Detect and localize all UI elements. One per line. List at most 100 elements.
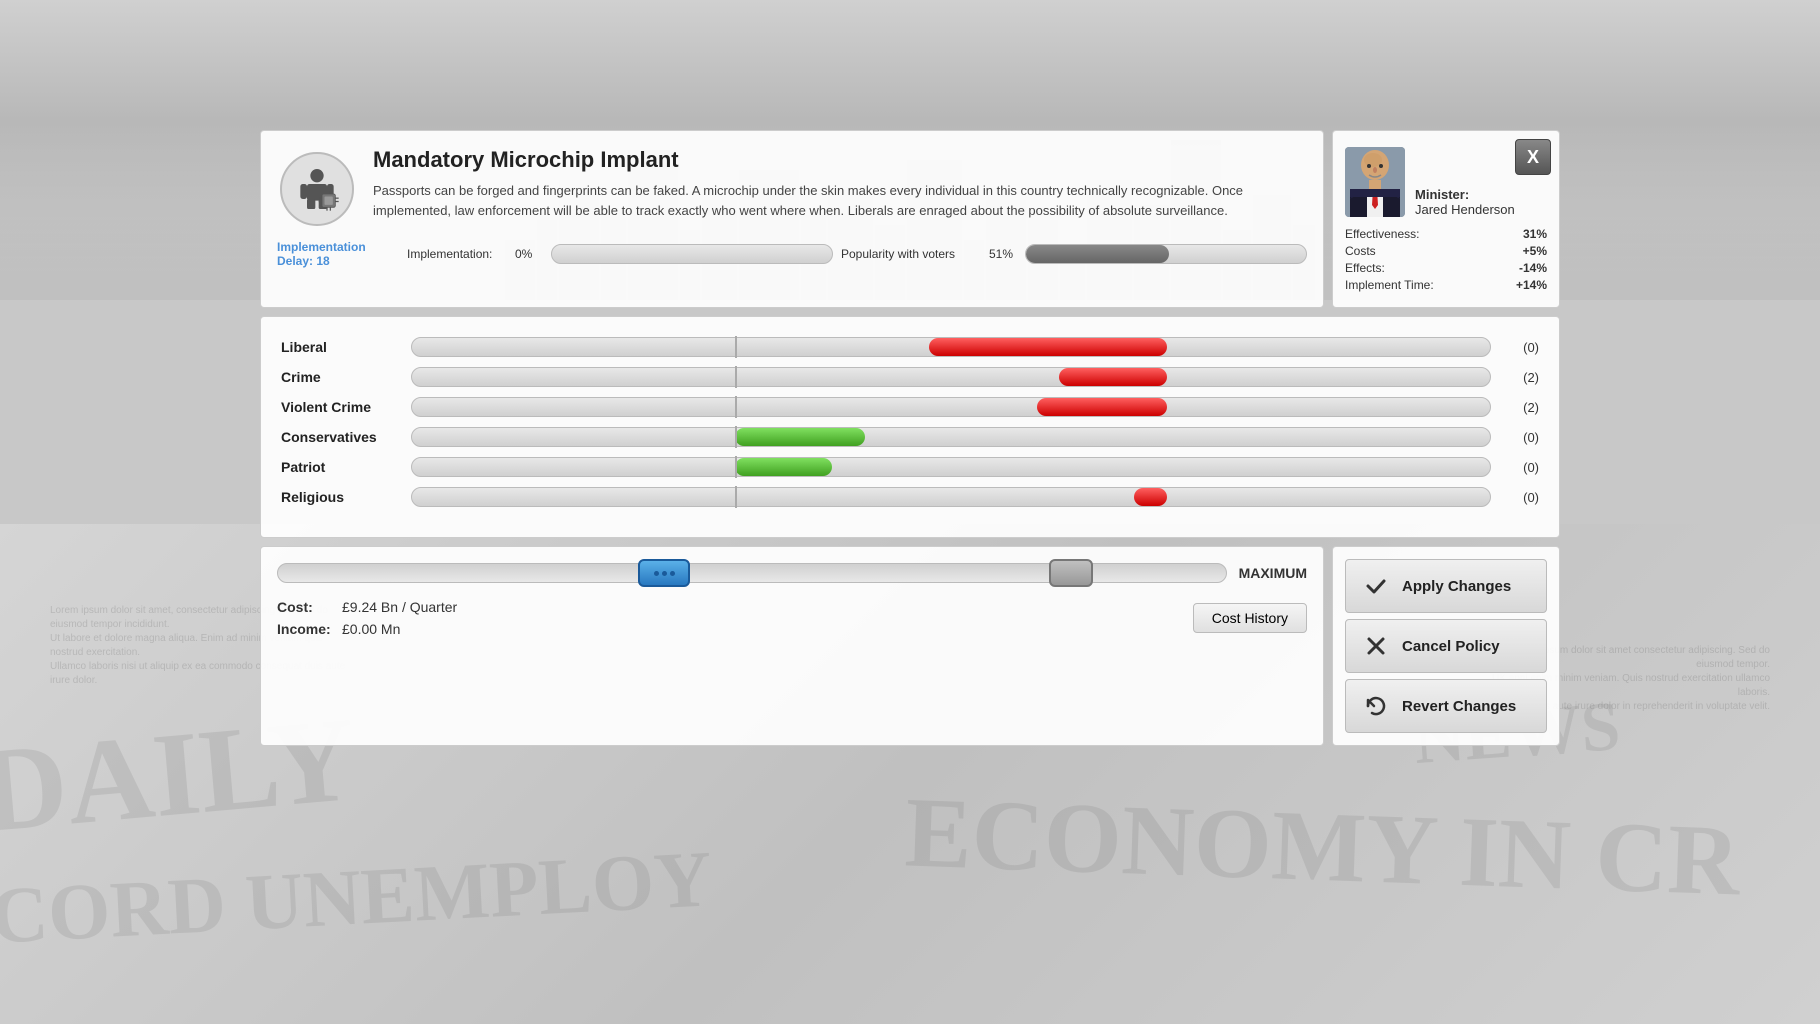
effect-label-violent-crime: Violent Crime: [281, 399, 411, 415]
x-icon: [1362, 632, 1390, 660]
policy-person-icon: [292, 164, 342, 214]
minister-avatar: [1345, 147, 1405, 217]
income-row: Income: £0.00 Mn: [277, 621, 1193, 637]
revert-changes-label: Revert Changes: [1402, 698, 1516, 715]
effect-row-conservatives: Conservatives (0): [281, 427, 1539, 447]
policy-title: Mandatory Microchip Implant: [373, 147, 1307, 173]
effect-label-religious: Religious: [281, 489, 411, 505]
effect-row-liberal: Liberal (0): [281, 337, 1539, 357]
cancel-policy-button[interactable]: Cancel Policy: [1345, 619, 1547, 673]
close-button[interactable]: X: [1515, 139, 1551, 175]
effect-row-violent-crime: Violent Crime (2): [281, 397, 1539, 417]
cost-value: £9.24 Bn / Quarter: [342, 599, 457, 615]
effectiveness-value: 31%: [1523, 227, 1547, 241]
policy-info: Mandatory Microchip Implant Passports ca…: [373, 147, 1307, 230]
effect-bar-violent-crime: [411, 397, 1491, 417]
cost-row: Cost: £9.24 Bn / Quarter: [277, 599, 1193, 615]
effects-value: -14%: [1519, 261, 1547, 275]
check-icon: [1362, 572, 1390, 600]
cancel-policy-label: Cancel Policy: [1402, 638, 1500, 655]
implement-time-label: Implement Time:: [1345, 278, 1434, 292]
controls-section: MAXIMUM Cost: £9.24 Bn / Quarter Income:…: [260, 546, 1560, 746]
slider-thumb-max[interactable]: [1049, 559, 1093, 587]
x-svg: [1364, 634, 1388, 658]
slider-thumb-blue[interactable]: [638, 559, 690, 587]
effect-value-liberal: (0): [1499, 340, 1539, 355]
slider-track-area: MAXIMUM: [277, 563, 1307, 583]
costs-value: +5%: [1523, 244, 1547, 258]
popularity-label: Popularity with voters: [841, 247, 981, 261]
thumb-dot-2: [662, 571, 667, 576]
policy-description: Passports can be forged and fingerprints…: [373, 181, 1307, 220]
effect-row-crime: Crime (2): [281, 367, 1539, 387]
implement-time-row: Implement Time: +14%: [1345, 278, 1547, 292]
effect-value-religious: (0): [1499, 490, 1539, 505]
minister-label: Minister:: [1415, 187, 1515, 202]
effect-bar-conservatives: [411, 427, 1491, 447]
effect-fill-conservatives: [735, 428, 864, 446]
effectiveness-label: Effectiveness:: [1345, 227, 1419, 241]
effects-label: Effects:: [1345, 261, 1385, 275]
effect-bar-religious: [411, 487, 1491, 507]
revert-changes-button[interactable]: Revert Changes: [1345, 679, 1547, 733]
revert-svg: [1364, 694, 1388, 718]
thumb-dot-3: [670, 571, 675, 576]
minister-name-area: Minister: Jared Henderson: [1415, 147, 1515, 217]
checkmark-svg: [1364, 574, 1388, 598]
top-section: Mandatory Microchip Implant Passports ca…: [260, 130, 1560, 308]
effectiveness-row: Effectiveness: 31%: [1345, 227, 1547, 241]
effect-value-violent-crime: (2): [1499, 400, 1539, 415]
effect-label-liberal: Liberal: [281, 339, 411, 355]
effect-fill-patriot: [735, 458, 832, 476]
costs-label: Costs: [1345, 244, 1376, 258]
headline-cord: CORD UNEMPLOY: [0, 834, 714, 963]
effect-label-conservatives: Conservatives: [281, 429, 411, 445]
apply-changes-label: Apply Changes: [1402, 578, 1511, 595]
popularity-bar: [1025, 244, 1307, 264]
slider-track[interactable]: [277, 563, 1227, 583]
main-content-area: Mandatory Microchip Implant Passports ca…: [260, 130, 1560, 746]
effect-value-crime: (2): [1499, 370, 1539, 385]
impl-bar-label: Implementation:: [407, 247, 507, 261]
policy-panel: Mandatory Microchip Implant Passports ca…: [260, 130, 1324, 308]
effect-fill-liberal: [929, 338, 1166, 356]
effect-label-patriot: Patriot: [281, 459, 411, 475]
effects-row: Effects: -14%: [1345, 261, 1547, 275]
costs-row: Costs +5%: [1345, 244, 1547, 258]
minister-name: Jared Henderson: [1415, 202, 1515, 217]
effect-fill-crime: [1059, 368, 1167, 386]
cost-label: Cost:: [277, 599, 342, 615]
minister-panel: X: [1332, 130, 1560, 308]
minister-stats: Effectiveness: 31% Costs +5% Effects: -1…: [1345, 227, 1547, 292]
effect-bar-liberal: [411, 337, 1491, 357]
minister-portrait: [1345, 147, 1405, 217]
effect-fill-violent-crime: [1037, 398, 1166, 416]
income-value: £0.00 Mn: [342, 621, 400, 637]
effect-value-patriot: (0): [1499, 460, 1539, 475]
impl-percent: 0%: [515, 247, 543, 261]
apply-changes-button[interactable]: Apply Changes: [1345, 559, 1547, 613]
effect-fill-religious: [1134, 488, 1166, 506]
popularity-bar-fill: [1026, 245, 1169, 263]
effects-panel: Liberal (0) Crime (2) Violent Crime (2) …: [260, 316, 1560, 538]
action-buttons-panel: Apply Changes Cancel Policy: [1332, 546, 1560, 746]
effect-label-crime: Crime: [281, 369, 411, 385]
policy-icon-circle: [280, 152, 354, 226]
cost-history-button[interactable]: Cost History: [1193, 603, 1307, 633]
policy-icon-area: [277, 147, 357, 230]
popularity-percent: 51%: [989, 247, 1017, 261]
effect-row-religious: Religious (0): [281, 487, 1539, 507]
headline-economy: ECONOMY IN CR: [903, 774, 1742, 918]
implementation-bar: [551, 244, 833, 264]
income-label: Income:: [277, 621, 342, 637]
maximum-label: MAXIMUM: [1239, 565, 1307, 581]
effect-row-patriot: Patriot (0): [281, 457, 1539, 477]
implement-time-value: +14%: [1516, 278, 1547, 292]
revert-icon: [1362, 692, 1390, 720]
slider-panel: MAXIMUM Cost: £9.24 Bn / Quarter Income:…: [260, 546, 1324, 746]
implementation-delay-label: Implementation Delay: 18: [277, 240, 397, 268]
effect-bar-crime: [411, 367, 1491, 387]
effect-bar-patriot: [411, 457, 1491, 477]
effect-value-conservatives: (0): [1499, 430, 1539, 445]
thumb-dot-1: [654, 571, 659, 576]
